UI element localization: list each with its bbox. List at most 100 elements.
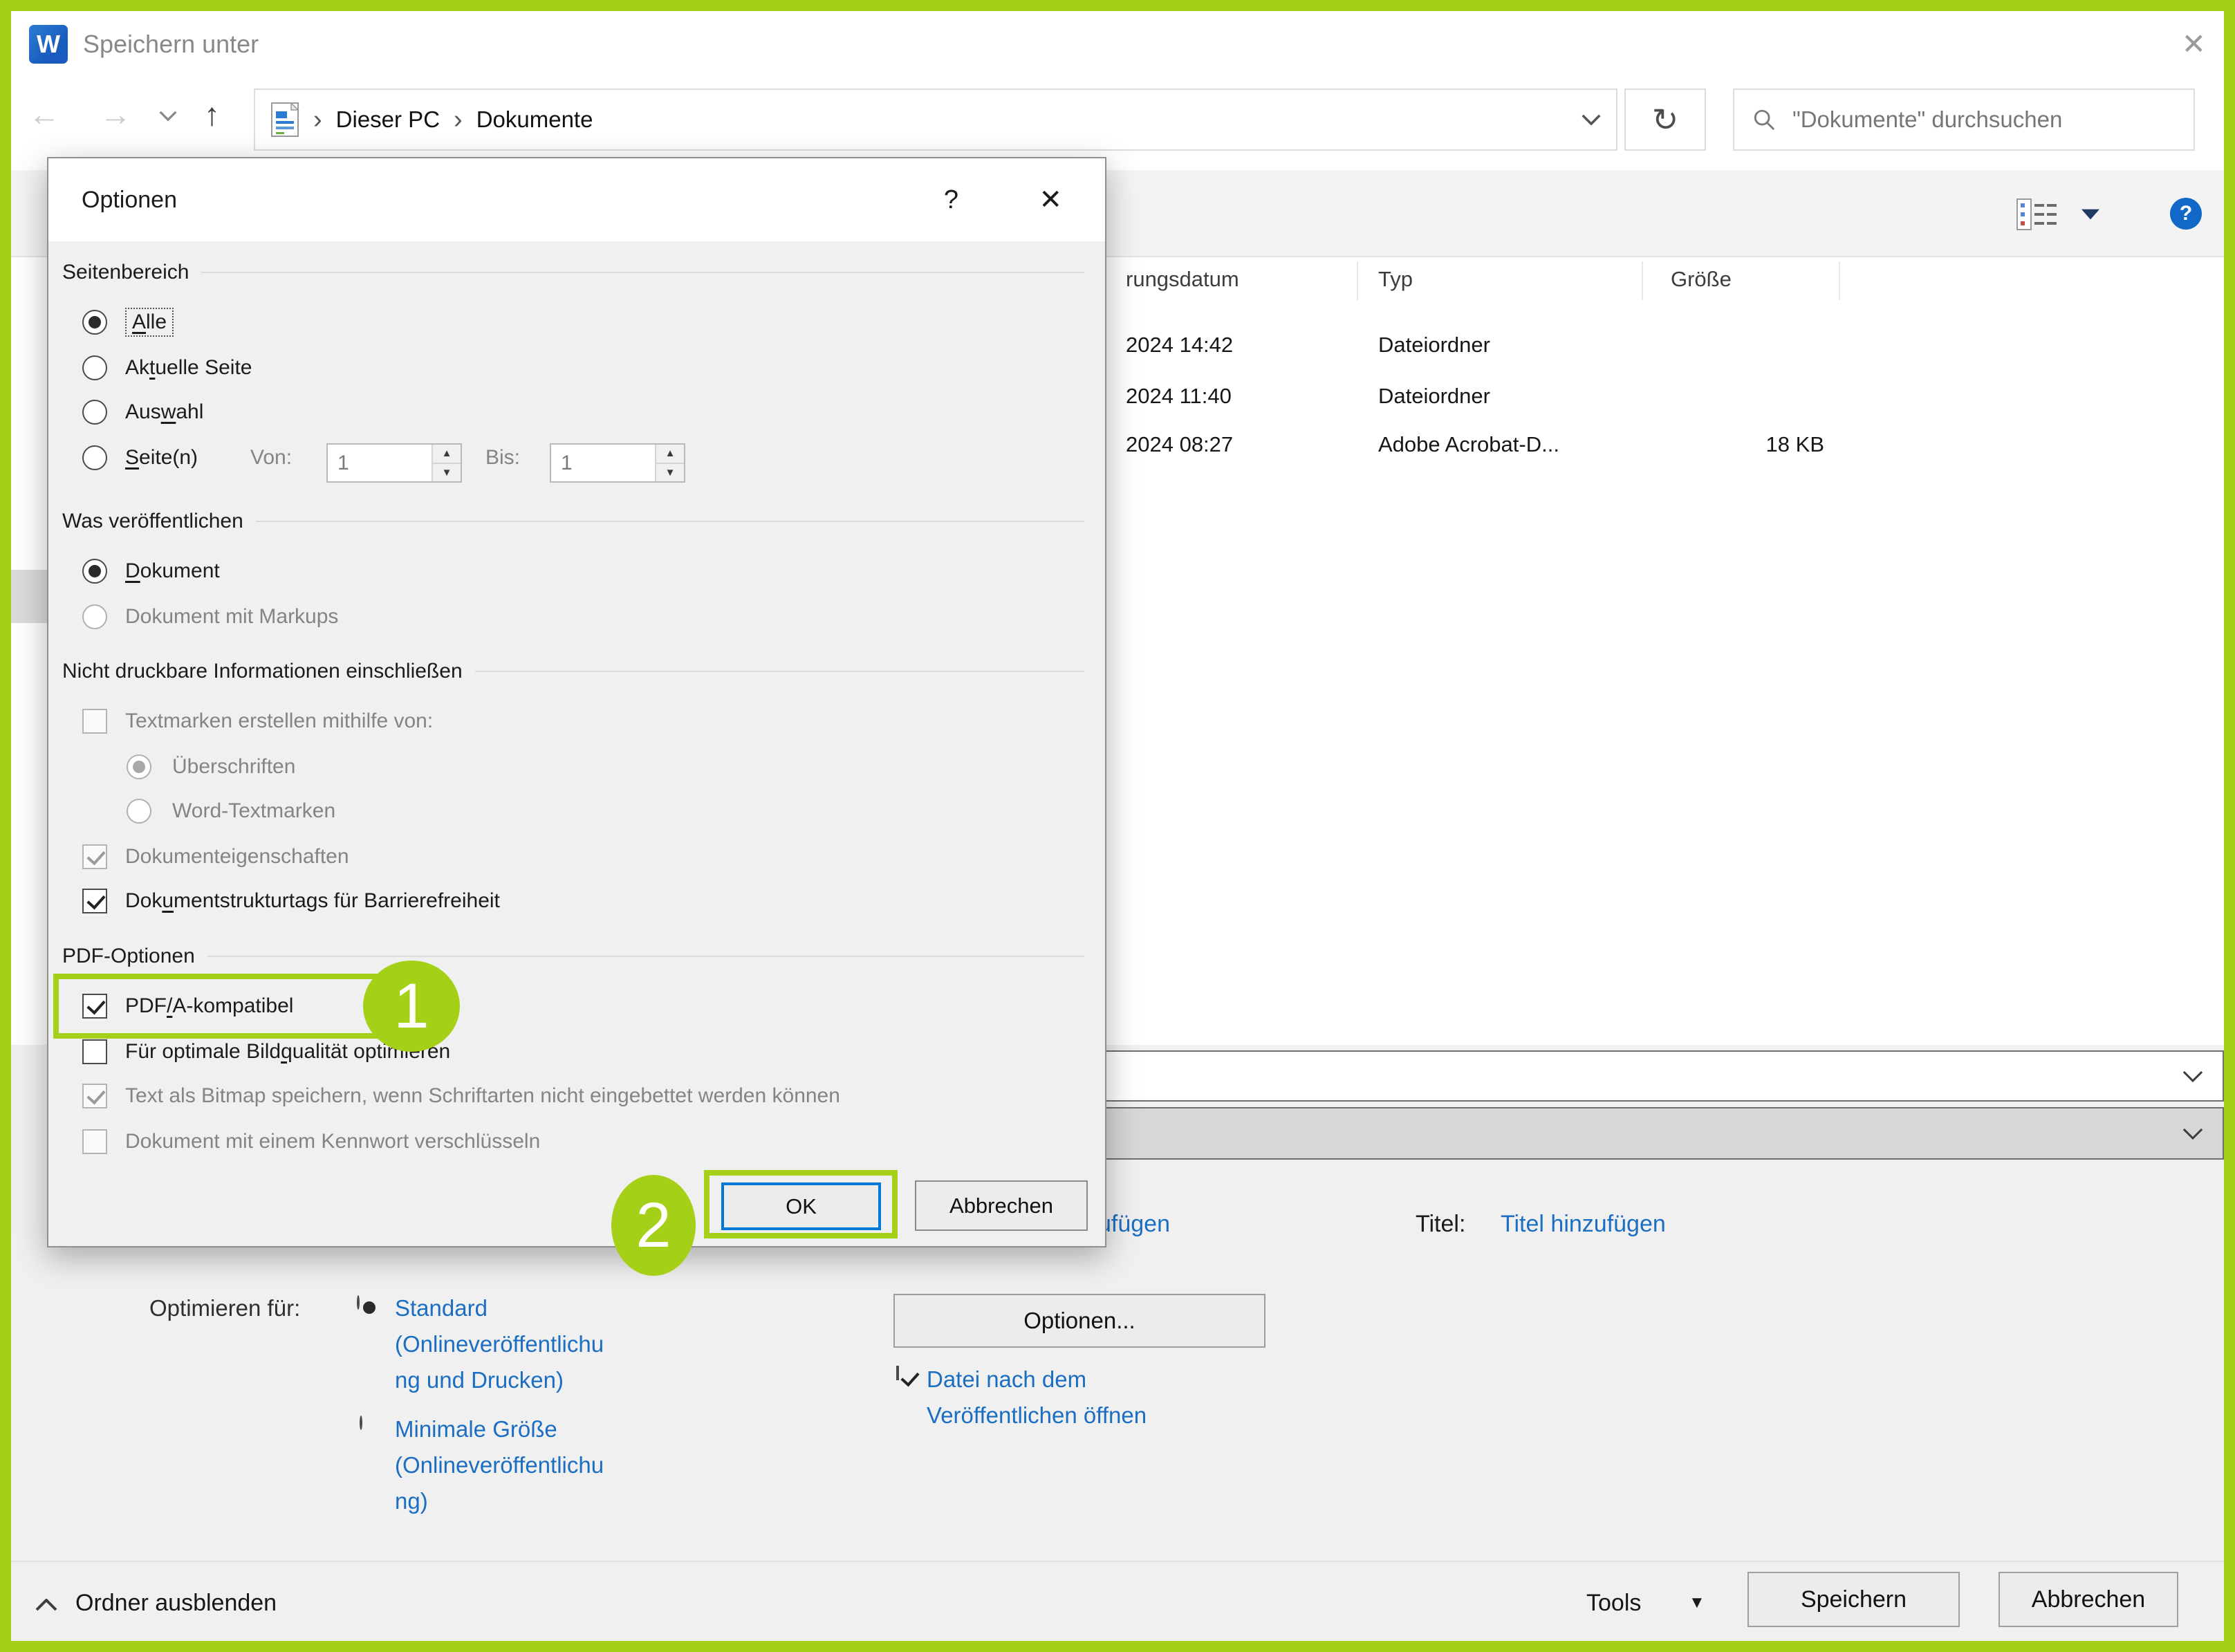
radio-pages-label: Seite(n) xyxy=(125,446,198,470)
to-page-spinner[interactable]: ▲ ▼ xyxy=(550,443,685,483)
checkbox-text-as-bitmap: Text als Bitmap speichern, wenn Schrifta… xyxy=(82,1075,840,1117)
address-bar[interactable]: › Dieser PC › Dokumente xyxy=(254,89,1617,151)
breadcrumb-this-pc[interactable]: Dieser PC xyxy=(336,106,440,133)
search-box[interactable] xyxy=(1733,89,2195,151)
search-icon xyxy=(1752,108,1776,131)
checkbox-text-as-bitmap-label: Text als Bitmap speichern, wenn Schrifta… xyxy=(125,1084,840,1108)
chevron-down-icon xyxy=(2182,1070,2203,1082)
add-title-link[interactable]: Titel hinzufügen xyxy=(1501,1203,1666,1245)
radio-document[interactable]: Dokument xyxy=(82,550,220,592)
step2-badge: 2 xyxy=(611,1175,696,1276)
dialog-cancel-button[interactable]: Abbrechen xyxy=(915,1180,1088,1231)
file-size: 18 KB xyxy=(1691,425,1824,464)
spin-up-icon[interactable]: ▲ xyxy=(656,445,684,464)
checkbox-icon xyxy=(82,994,107,1019)
radio-word-bookmarks-label: Word-Textmarken xyxy=(172,799,335,823)
dialog-help-icon[interactable]: ? xyxy=(944,158,958,241)
group-divider xyxy=(475,671,1084,672)
checkbox-encrypt-password: Dokument mit einem Kennwort verschlüssel… xyxy=(82,1121,540,1162)
refresh-icon: ↻ xyxy=(1652,101,1679,138)
file-date: 2024 11:40 xyxy=(1126,377,1232,416)
chevron-down-icon xyxy=(2182,1128,2203,1140)
save-button[interactable]: Speichern xyxy=(1747,1572,1960,1627)
open-after-publish-label[interactable]: Datei nach dem Veröffentlichen öffnen xyxy=(927,1362,1147,1433)
file-type: Dateiordner xyxy=(1378,326,1490,364)
column-header-type[interactable]: Typ xyxy=(1378,257,1413,301)
radio-minimal-size[interactable] xyxy=(360,1416,362,1430)
footer-divider xyxy=(11,1561,2224,1562)
radio-icon xyxy=(82,355,107,380)
word-app-icon: W xyxy=(29,25,68,64)
group-divider xyxy=(201,272,1084,273)
radio-icon xyxy=(82,445,107,470)
file-date: 2024 08:27 xyxy=(1126,425,1233,464)
cancel-button[interactable]: Abbrechen xyxy=(1998,1572,2178,1627)
help-icon[interactable]: ? xyxy=(2170,198,2202,230)
radio-document-markup-label: Dokument mit Markups xyxy=(125,605,338,629)
spinner-buttons[interactable]: ▲ ▼ xyxy=(432,445,461,481)
radio-current-page-label: Aktuelle Seite xyxy=(125,356,252,380)
dialog-close-icon[interactable]: ✕ xyxy=(1039,158,1062,241)
radio-icon xyxy=(82,559,107,584)
radio-icon xyxy=(127,799,151,824)
radio-icon xyxy=(82,604,107,629)
refresh-button[interactable]: ↻ xyxy=(1624,89,1706,151)
column-header-size[interactable]: Größe xyxy=(1671,257,1732,301)
checkbox-pdfa-compatible[interactable]: PDF/A-kompatibel xyxy=(82,985,293,1027)
up-icon[interactable]: ↑ xyxy=(204,77,220,151)
search-input[interactable] xyxy=(1791,106,2187,133)
column-divider[interactable] xyxy=(1642,261,1643,300)
view-list-icon[interactable] xyxy=(2016,198,2059,230)
nav-pane-selected-item[interactable] xyxy=(11,570,47,623)
hide-folders-button[interactable]: Ordner ausblenden xyxy=(75,1582,277,1624)
radio-standard-label[interactable]: Standard (Onlineveröffentlichu ng und Dr… xyxy=(395,1290,604,1398)
ok-button[interactable]: OK xyxy=(721,1182,881,1230)
forward-icon[interactable]: → xyxy=(100,77,131,151)
radio-selection[interactable]: Auswahl xyxy=(82,391,203,433)
column-divider[interactable] xyxy=(1839,261,1840,300)
checkbox-create-bookmarks-label: Textmarken erstellen mithilfe von: xyxy=(125,709,433,733)
window-titlebar: W Speichern unter ✕ xyxy=(11,11,2224,77)
options-dialog: Optionen ? ✕ Seitenbereich Alle Aktuelle… xyxy=(47,157,1106,1247)
chevron-up-icon[interactable] xyxy=(35,1599,57,1611)
tools-menu[interactable]: Tools xyxy=(1586,1582,1641,1624)
checkbox-doc-properties: Dokumenteigenschaften xyxy=(82,836,349,878)
checkbox-icon xyxy=(82,1084,107,1108)
breadcrumb-dokumente[interactable]: Dokumente xyxy=(476,106,593,133)
breadcrumb-separator: › xyxy=(454,105,463,135)
spin-down-icon[interactable]: ▼ xyxy=(433,464,461,482)
optimize-for-label: Optimieren für: xyxy=(149,1290,300,1326)
radio-document-markup: Dokument mit Markups xyxy=(82,596,338,638)
tools-caret-icon[interactable]: ▼ xyxy=(1689,1595,1705,1611)
radio-all-pages[interactable]: Alle xyxy=(82,301,174,343)
column-header-date[interactable]: rungsdatum xyxy=(1126,257,1239,301)
view-dropdown-caret-icon[interactable] xyxy=(2081,209,2099,220)
group-header-page-range: Seitenbereich xyxy=(62,259,1084,286)
from-page-spinner[interactable]: ▲ ▼ xyxy=(326,443,462,483)
address-dropdown-chevron-icon[interactable] xyxy=(1582,114,1601,125)
history-chevron-icon[interactable] xyxy=(159,111,177,121)
checkbox-encrypt-password-label: Dokument mit einem Kennwort verschlüssel… xyxy=(125,1130,540,1153)
options-button[interactable]: Optionen... xyxy=(893,1294,1265,1348)
radio-minimal-size-label[interactable]: Minimale Größe (Onlineveröffentlichu ng) xyxy=(395,1411,604,1519)
radio-standard[interactable] xyxy=(357,1295,360,1310)
checkbox-structure-tags[interactable]: Dokumentstrukturtags für Barrierefreihei… xyxy=(82,880,500,922)
spinner-buttons[interactable]: ▲ ▼ xyxy=(655,445,684,481)
window-title: Speichern unter xyxy=(83,11,259,77)
checkbox-icon xyxy=(82,844,107,869)
spin-up-icon[interactable]: ▲ xyxy=(433,445,461,464)
from-page-input[interactable] xyxy=(328,445,432,481)
column-divider[interactable] xyxy=(1357,261,1358,300)
from-label: Von: xyxy=(250,437,292,479)
window-close-icon[interactable]: ✕ xyxy=(2182,11,2206,77)
checkbox-pdfa-compatible-label: PDF/A-kompatibel xyxy=(125,994,293,1018)
radio-headings-label: Überschriften xyxy=(172,755,295,779)
radio-pages[interactable]: Seite(n) xyxy=(82,437,198,479)
open-after-publish-checkbox[interactable] xyxy=(896,1366,899,1380)
spin-down-icon[interactable]: ▼ xyxy=(656,464,684,482)
to-page-input[interactable] xyxy=(551,445,655,481)
dialog-title: Optionen xyxy=(82,158,177,241)
radio-headings: Überschriften xyxy=(127,746,295,788)
back-icon[interactable]: ← xyxy=(28,77,60,151)
radio-current-page[interactable]: Aktuelle Seite xyxy=(82,347,252,389)
